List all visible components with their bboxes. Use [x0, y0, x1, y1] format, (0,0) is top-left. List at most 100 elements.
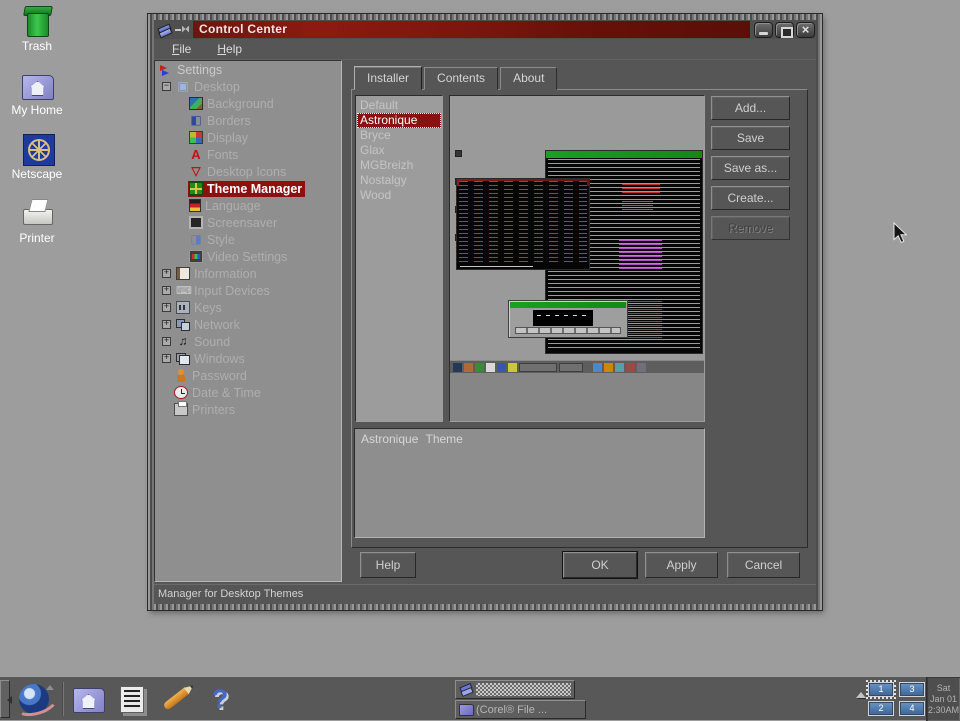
desktop-icon-my-home[interactable]: My Home: [2, 68, 72, 117]
window-menu-icon[interactable]: [156, 23, 172, 37]
maximize-button[interactable]: [775, 22, 794, 38]
settings-icon: [159, 63, 173, 76]
remove-button[interactable]: Remove: [711, 216, 790, 240]
pager-desktop-3[interactable]: 3: [899, 682, 925, 697]
tree-item-content: Fonts: [188, 147, 241, 163]
expand-expander-icon[interactable]: +: [162, 354, 171, 363]
tree-item-theme-manager[interactable]: Theme Manager: [155, 180, 341, 197]
tree-item-content: Information: [175, 266, 260, 282]
desktop-icon-label: Trash: [22, 39, 52, 53]
pager-arrow-icon[interactable]: [856, 687, 866, 698]
theme-list-item-default[interactable]: Default: [357, 98, 441, 113]
theme-list-item-mgbreizh[interactable]: MGBreizh: [357, 158, 441, 173]
home-folder-launcher[interactable]: [70, 681, 106, 717]
pager-desktop-4[interactable]: 4: [899, 701, 925, 716]
save-as-button[interactable]: Save as...: [711, 156, 790, 180]
theme-list-item-astronique[interactable]: Astronique: [357, 113, 441, 128]
desktop-icon-trash[interactable]: Trash: [2, 4, 72, 53]
theme-description-box[interactable]: Astronique Theme: [354, 428, 705, 538]
tree-item-keys[interactable]: +Keys: [155, 299, 341, 316]
expand-expander-icon[interactable]: +: [162, 269, 171, 278]
tree-item-printers[interactable]: Printers: [155, 401, 341, 418]
start-menu-button[interactable]: [16, 681, 54, 717]
collapse-expander-icon[interactable]: −: [162, 82, 171, 91]
desktop-icon-netscape[interactable]: Netscape: [2, 132, 72, 181]
tree-item-content: Background: [188, 96, 277, 112]
borders-icon: [189, 114, 203, 127]
minimize-button[interactable]: [754, 22, 773, 38]
cancel-button[interactable]: Cancel: [727, 552, 800, 578]
tree-item-input-devices[interactable]: +Input Devices: [155, 282, 341, 299]
tree-item-fonts[interactable]: Fonts: [155, 146, 341, 163]
pencil-launcher[interactable]: [158, 681, 194, 717]
menu-file[interactable]: File: [172, 42, 191, 56]
start-arrow-icon: [46, 681, 54, 690]
preview-desktop-icon: [455, 150, 462, 157]
tree-item-screensaver[interactable]: Screensaver: [155, 214, 341, 231]
theme-list-item-bryce[interactable]: Bryce: [357, 128, 441, 143]
taskbar: ? 1324 Sat Jan 01 2:30AM (Corel® File ..…: [0, 676, 960, 720]
video-settings-icon: [189, 250, 203, 263]
taskbar-task-1[interactable]: [455, 680, 575, 699]
menubar: File Help: [154, 39, 816, 60]
theme-list-item-wood[interactable]: Wood: [357, 188, 441, 203]
tree-item-desktop[interactable]: −Desktop: [155, 78, 341, 95]
window-titlebar[interactable]: Control Center ×: [154, 20, 816, 39]
theme-preview-panel: [449, 95, 705, 422]
theme-list-item-nostalgy[interactable]: Nostalgy: [357, 173, 441, 188]
tree-item-background[interactable]: Background: [155, 95, 341, 112]
tree-item-video-settings[interactable]: Video Settings: [155, 248, 341, 265]
tree-item-password[interactable]: Password: [155, 367, 341, 384]
tab-installer[interactable]: Installer: [354, 66, 422, 90]
expand-expander-icon[interactable]: +: [162, 337, 171, 346]
menu-help[interactable]: Help: [217, 42, 242, 56]
tree-item-content: Password: [173, 368, 250, 384]
sticky-pin-icon[interactable]: [174, 23, 190, 37]
tree-item-style[interactable]: Style: [155, 231, 341, 248]
expand-expander-icon[interactable]: +: [162, 320, 171, 329]
tree-item-content: Language: [188, 198, 264, 214]
close-button[interactable]: ×: [796, 22, 815, 38]
information-icon: [176, 267, 190, 280]
tree-item-language[interactable]: Language: [155, 197, 341, 214]
taskbar-task-2[interactable]: (Corel® File ...: [455, 700, 586, 719]
pager-desktop-2[interactable]: 2: [868, 701, 894, 716]
start-globe-icon: [19, 684, 49, 714]
help-button[interactable]: Help: [360, 552, 416, 578]
apply-button[interactable]: Apply: [645, 552, 718, 578]
clock-date: Jan 01: [930, 694, 957, 705]
terminal-launcher[interactable]: [114, 681, 150, 717]
desktop-icon-printer[interactable]: Printer: [2, 196, 72, 245]
desktop-icon-column: Trash My Home Netscape Printer: [2, 4, 72, 245]
tree-item-sound[interactable]: +Sound: [155, 333, 341, 350]
ok-button[interactable]: OK: [563, 552, 637, 578]
tree-item-network[interactable]: +Network: [155, 316, 341, 333]
pager-desktop-1[interactable]: 1: [868, 682, 894, 697]
sound-icon: [176, 335, 190, 348]
tree-item-display[interactable]: Display: [155, 129, 341, 146]
tree-item-content: Desktop Icons: [188, 164, 289, 180]
save-button[interactable]: Save: [711, 126, 790, 150]
folder-icon: [459, 704, 473, 715]
tree-item-date-time[interactable]: Date & Time: [155, 384, 341, 401]
tab-contents[interactable]: Contents: [424, 67, 498, 90]
theme-list-item-glax[interactable]: Glax: [357, 143, 441, 158]
tab-about[interactable]: About: [500, 67, 557, 90]
windows-icon: [176, 352, 190, 365]
help-launcher[interactable]: ?: [202, 681, 238, 717]
display-icon: [189, 131, 203, 144]
tree-item-desktop-icons[interactable]: Desktop Icons: [155, 163, 341, 180]
tree-item-settings[interactable]: Settings: [155, 61, 341, 78]
theme-preview-image: [450, 96, 704, 373]
add-button[interactable]: Add...: [711, 96, 790, 120]
tree-item-windows[interactable]: +Windows: [155, 350, 341, 367]
tree-item-content: Video Settings: [188, 249, 290, 265]
expand-expander-icon[interactable]: +: [162, 286, 171, 295]
settings-tree: Settings−DesktopBackgroundBordersDisplay…: [154, 60, 342, 582]
expand-expander-icon[interactable]: +: [162, 303, 171, 312]
create-button[interactable]: Create...: [711, 186, 790, 210]
tree-item-information[interactable]: + Information: [155, 265, 341, 282]
theme-manager-icon: [189, 182, 203, 195]
panel-hide-handle[interactable]: [0, 680, 10, 718]
tree-item-borders[interactable]: Borders: [155, 112, 341, 129]
